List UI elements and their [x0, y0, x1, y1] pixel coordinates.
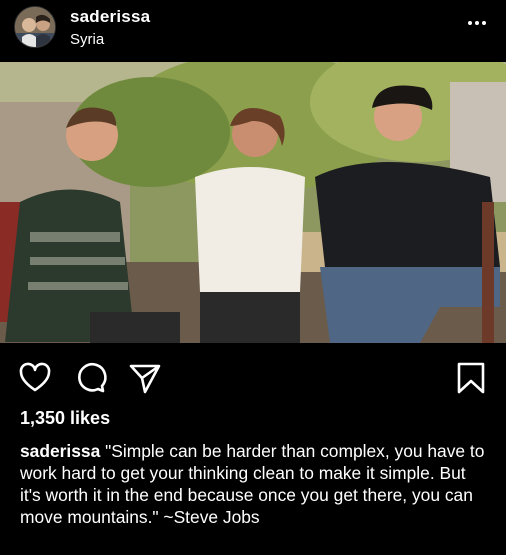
caption-username[interactable]: saderissa — [20, 441, 100, 461]
more-options-icon[interactable] — [466, 12, 488, 34]
like-count[interactable]: 1,350 likes — [20, 408, 110, 429]
avatar[interactable] — [14, 6, 56, 48]
heart-icon[interactable] — [18, 361, 52, 395]
post-photo[interactable] — [0, 62, 506, 343]
username[interactable]: saderissa — [70, 7, 150, 27]
post-caption: saderissa "Simple can be harder than com… — [20, 440, 490, 528]
send-icon[interactable] — [128, 361, 162, 395]
action-bar — [0, 343, 506, 403]
post-header: saderissa Syria — [0, 0, 506, 62]
comment-icon[interactable] — [73, 361, 107, 395]
bookmark-icon[interactable] — [454, 361, 488, 395]
location[interactable]: Syria — [70, 31, 104, 48]
